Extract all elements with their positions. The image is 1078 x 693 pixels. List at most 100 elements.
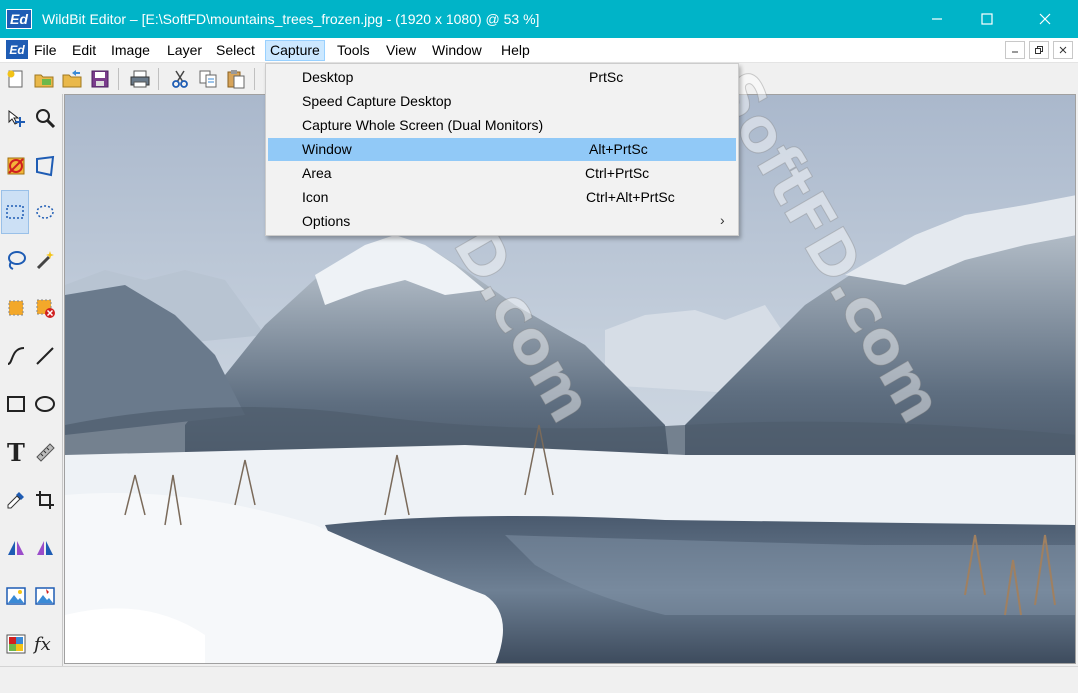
close-icon <box>1039 13 1051 25</box>
menu-item-label: Options <box>302 213 351 229</box>
rectangle-tool[interactable] <box>2 382 30 426</box>
menu-image[interactable]: Image <box>107 40 154 61</box>
flip-vertical-icon <box>37 541 53 555</box>
minimize-icon <box>1012 51 1018 53</box>
menu-capture[interactable]: Capture <box>265 40 325 61</box>
menu-layer[interactable]: Layer <box>163 40 206 61</box>
text-tool[interactable]: T <box>2 430 30 474</box>
menu-item-label: Area <box>302 165 332 181</box>
no-crop-icon <box>7 157 25 175</box>
title-bar: Ed WildBit Editor – [E:\SoftFD\mountains… <box>0 0 1078 38</box>
menu-item-shortcut: Ctrl+Alt+PrtSc <box>586 189 675 205</box>
restore-icon <box>1035 46 1043 54</box>
perspective-tool[interactable] <box>31 144 59 188</box>
paste-button[interactable] <box>224 67 248 91</box>
image-adjust-tool[interactable] <box>2 574 30 618</box>
menu-item-desktop[interactable]: Desktop PrtSc <box>268 66 736 89</box>
ellipse-tool[interactable] <box>31 382 59 426</box>
menu-item-options[interactable]: Options › <box>268 210 736 233</box>
maximize-button[interactable] <box>964 0 1010 38</box>
doc-minimize-button[interactable] <box>1005 41 1025 59</box>
paste-icon <box>227 70 245 89</box>
new-icon <box>7 70 23 88</box>
menu-item-speed-capture[interactable]: Speed Capture Desktop <box>268 90 736 113</box>
app-logo-icon: Ed <box>6 9 32 29</box>
crop-icon <box>36 491 54 509</box>
eyedropper-tool[interactable] <box>2 478 30 522</box>
ellipse-select-tool[interactable] <box>31 190 59 234</box>
line-tool[interactable] <box>31 334 59 378</box>
menu-item-label: Icon <box>302 189 329 205</box>
image-effect-tool[interactable] <box>31 574 59 618</box>
minimize-button[interactable] <box>914 0 960 38</box>
new-button[interactable] <box>4 67 28 91</box>
line-icon <box>36 347 54 365</box>
document-icon[interactable]: Ed <box>6 40 28 59</box>
save-button[interactable] <box>88 67 112 91</box>
doc-close-button[interactable] <box>1053 41 1073 59</box>
menu-item-label: Capture Whole Screen (Dual Monitors) <box>302 117 544 133</box>
move-icon <box>8 109 25 127</box>
browse-button[interactable] <box>32 67 56 91</box>
save-icon <box>91 70 109 88</box>
menu-item-shortcut: Alt+PrtSc <box>589 141 648 157</box>
no-crop-tool[interactable] <box>2 144 30 188</box>
move-tool[interactable] <box>2 96 30 140</box>
copy-button[interactable] <box>196 67 220 91</box>
curve-tool[interactable] <box>2 334 30 378</box>
open-folder-icon <box>62 70 82 88</box>
toolbar-separator <box>158 68 159 90</box>
doc-restore-button[interactable] <box>1029 41 1049 59</box>
ellipse-select-icon <box>36 205 54 219</box>
menu-item-whole-screen[interactable]: Capture Whole Screen (Dual Monitors) <box>268 114 736 137</box>
status-bar <box>0 666 1078 693</box>
menu-help[interactable]: Help <box>497 40 534 61</box>
menu-window[interactable]: Window <box>428 40 486 61</box>
menu-item-icon[interactable]: Icon Ctrl+Alt+PrtSc <box>268 186 736 209</box>
toolbar-separator <box>254 68 255 90</box>
menu-item-shortcut: Ctrl+PrtSc <box>585 165 650 181</box>
svg-text:fx: fx <box>33 634 51 655</box>
ruler-icon <box>36 443 55 462</box>
remove-square-tool[interactable] <box>31 286 59 330</box>
lasso-icon <box>8 251 26 270</box>
close-icon <box>1059 46 1067 54</box>
cut-icon <box>172 70 188 88</box>
menu-file[interactable]: File <box>30 40 61 61</box>
menu-view[interactable]: View <box>382 40 420 61</box>
image-effect-icon <box>35 587 55 605</box>
magic-wand-tool[interactable] <box>31 238 59 282</box>
menu-edit[interactable]: Edit <box>68 40 100 61</box>
menu-item-shortcut: PrtSc <box>589 69 624 85</box>
color-palette-tool[interactable] <box>2 622 30 666</box>
ruler-tool[interactable] <box>31 430 59 474</box>
open-button[interactable] <box>60 67 84 91</box>
ellipse-icon <box>35 396 55 412</box>
menu-item-area[interactable]: Area Ctrl+PrtSc <box>268 162 736 185</box>
zoom-tool[interactable] <box>31 96 59 140</box>
svg-text:T: T <box>7 440 25 464</box>
print-button[interactable] <box>128 67 152 91</box>
lasso-tool[interactable] <box>2 238 30 282</box>
close-button[interactable] <box>1022 0 1068 38</box>
text-icon: T <box>7 440 25 464</box>
rect-select-tool[interactable] <box>1 190 29 234</box>
window-title: WildBit Editor – [E:\SoftFD\mountains_tr… <box>42 11 540 27</box>
fx-icon: fx <box>33 634 51 655</box>
flip-vertical-tool[interactable] <box>31 526 59 570</box>
curve-icon <box>7 347 25 365</box>
fill-square-icon <box>8 300 24 316</box>
cut-button[interactable] <box>168 67 192 91</box>
rect-select-icon <box>6 205 24 219</box>
menu-item-label: Speed Capture Desktop <box>302 93 452 109</box>
menu-bar: Ed File Edit Image Layer Select Capture … <box>0 38 1078 63</box>
menu-select[interactable]: Select <box>212 40 259 61</box>
flip-horizontal-tool[interactable] <box>2 526 30 570</box>
menu-item-window[interactable]: Window Alt+PrtSc <box>268 138 736 161</box>
submenu-arrow-icon: › <box>720 212 725 228</box>
crop-tool[interactable] <box>31 478 59 522</box>
flip-horizontal-icon <box>8 541 24 555</box>
fx-tool[interactable]: fx <box>31 622 59 666</box>
fill-square-tool[interactable] <box>2 286 30 330</box>
menu-tools[interactable]: Tools <box>333 40 374 61</box>
